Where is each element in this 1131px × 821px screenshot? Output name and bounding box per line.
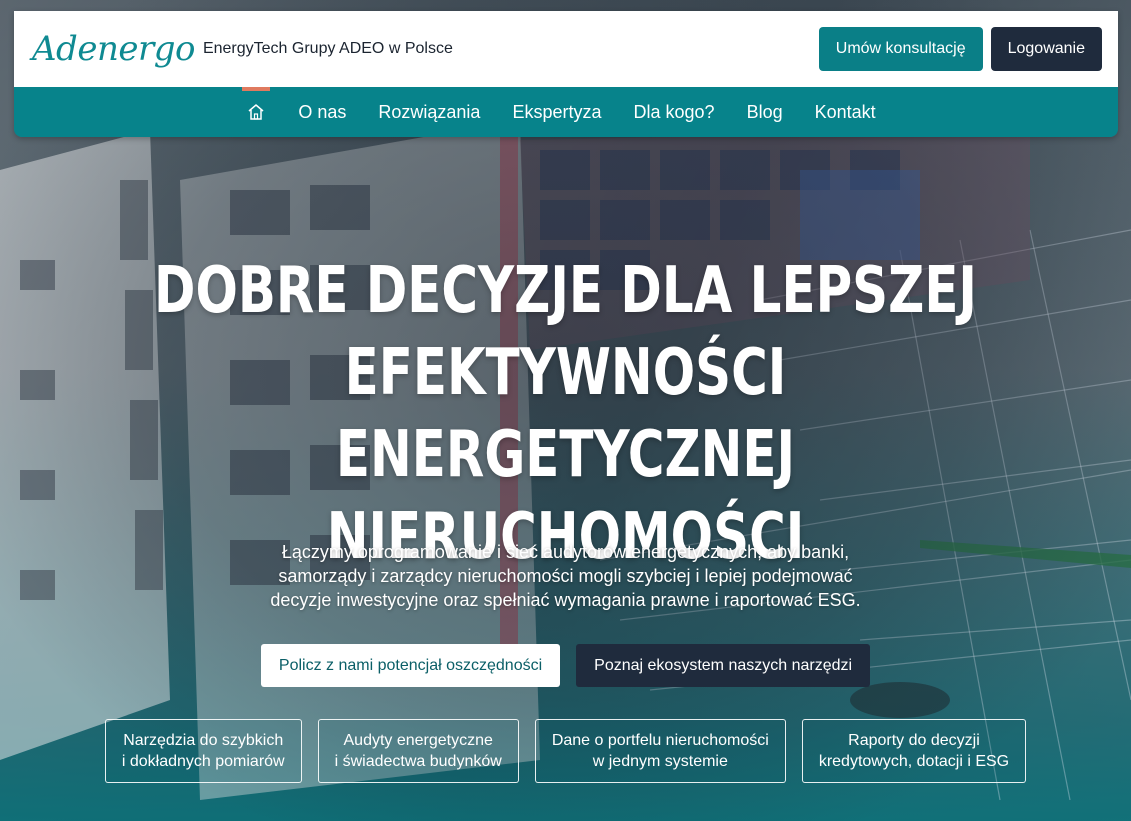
login-button[interactable]: Logowanie: [990, 27, 1102, 71]
feature-line: w jednym systemie: [592, 753, 728, 770]
feature-portfolio-data[interactable]: Dane o portfelu nieruchomości w jednym s…: [534, 719, 786, 783]
hero-section: DOBRE DECYZJE DLA LEPSZEJ EFEKTYWNOŚCI E…: [0, 250, 1131, 783]
feature-line: kredytowych, dotacji i ESG: [818, 753, 1010, 770]
feature-line: Narzędzia do szybkich: [123, 732, 284, 749]
nav-item-kontakt[interactable]: Kontakt: [799, 87, 892, 137]
feature-line: Audyty energetyczne: [343, 732, 493, 749]
feature-energy-audits[interactable]: Audyty energetyczne i świadectwa budynkó…: [317, 719, 519, 783]
main-nav: O nas Rozwiązania Ekspertyza Dla kogo? B…: [14, 87, 1118, 137]
hero-title: DOBRE DECYZJE DLA LEPSZEJ EFEKTYWNOŚCI E…: [124, 250, 1006, 578]
logo[interactable]: Adenergo EnergyTech Grupy ADEO w Polsce: [32, 32, 453, 66]
header-actions: Umów konsultację Logowanie: [818, 27, 1102, 71]
feature-measurement-tools[interactable]: Narzędzia do szybkich i dokładnych pomia…: [104, 719, 302, 783]
cta-row: Policz z nami potencjał oszczędności Poz…: [0, 644, 1131, 687]
consultation-button[interactable]: Umów konsultację: [818, 27, 983, 71]
home-icon: [248, 104, 264, 120]
feature-line: i dokładnych pomiarów: [121, 753, 285, 770]
feature-reports[interactable]: Raporty do decyzji kredytowych, dotacji …: [801, 719, 1027, 783]
feature-line: Dane o portfelu nieruchomości: [551, 732, 769, 749]
feature-list: Narzędzia do szybkich i dokładnych pomia…: [0, 719, 1131, 783]
nav-item-blog[interactable]: Blog: [731, 87, 799, 137]
nav-item-rozwiazania[interactable]: Rozwiązania: [362, 87, 496, 137]
top-bar: Adenergo EnergyTech Grupy ADEO w Polsce …: [14, 11, 1118, 87]
site-header: Adenergo EnergyTech Grupy ADEO w Polsce …: [14, 11, 1118, 137]
tools-ecosystem-button[interactable]: Poznaj ekosystem naszych narzędzi: [576, 644, 871, 687]
calculate-savings-button[interactable]: Policz z nami potencjał oszczędności: [260, 644, 561, 687]
nav-home[interactable]: [240, 87, 272, 137]
hero-title-line-1: DOBRE DECYZJE DLA LEPSZEJ: [154, 254, 977, 328]
feature-line: i świadectwa budynków: [334, 753, 502, 770]
hero-title-line-2: EFEKTYWNOŚCI ENERGETYCZNEJ: [335, 336, 796, 492]
feature-line: Raporty do decyzji: [848, 732, 980, 749]
hero-subtitle: Łączymy oprogramowanie i sieć audytorów …: [270, 542, 861, 610]
nav-item-dla-kogo[interactable]: Dla kogo?: [618, 87, 731, 137]
logo-wordmark: Adenergo: [32, 29, 195, 69]
nav-item-o-nas[interactable]: O nas: [282, 87, 362, 137]
nav-item-ekspertyza[interactable]: Ekspertyza: [496, 87, 617, 137]
logo-tagline: EnergyTech Grupy ADEO w Polsce: [202, 40, 453, 57]
